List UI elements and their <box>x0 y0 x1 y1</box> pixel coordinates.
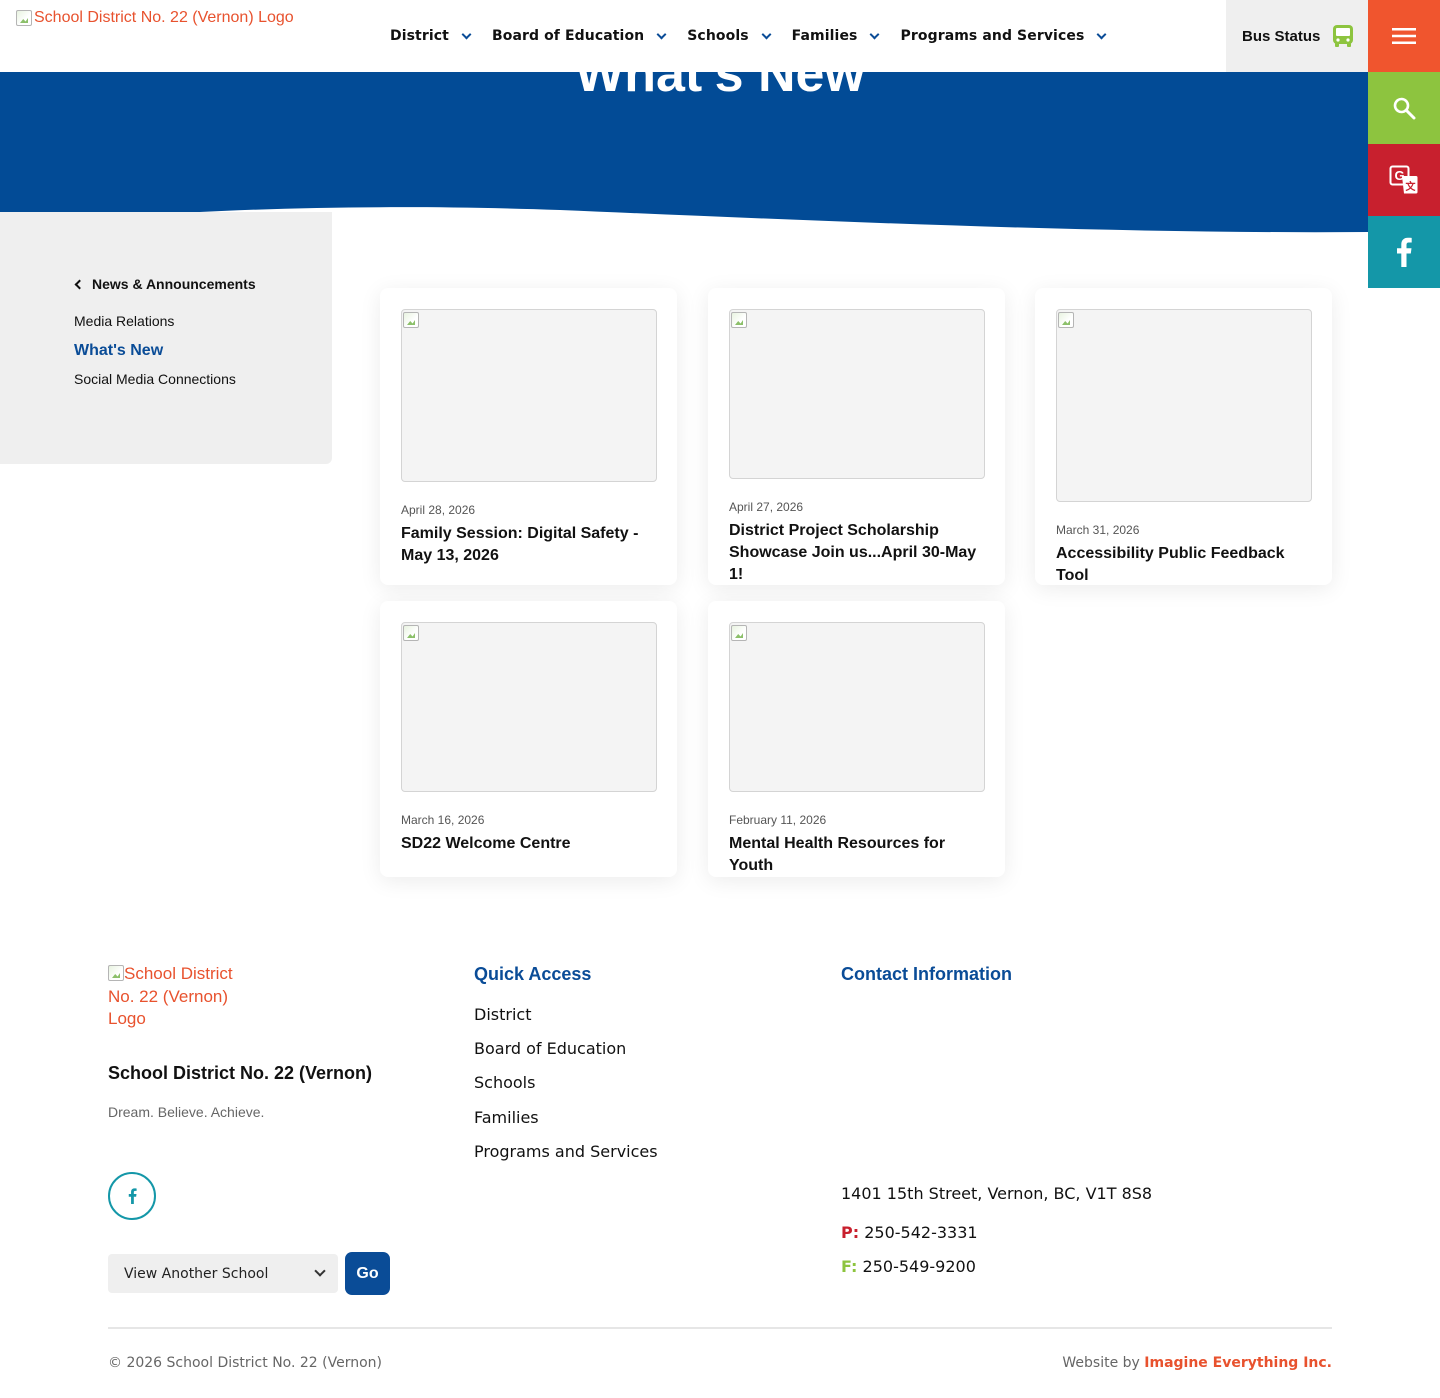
broken-image-icon <box>108 965 124 981</box>
chevron-down-icon <box>870 29 880 39</box>
nav-label: District <box>390 28 449 44</box>
school-select-value: View Another School <box>124 1265 269 1282</box>
nav-label: Programs and Services <box>900 28 1085 44</box>
site-logo-alt-text: School District No. 22 (Vernon) Logo <box>34 9 294 26</box>
card-title[interactable]: SD22 Welcome Centre <box>401 833 663 855</box>
sidebar-item-whats-new[interactable]: What's New <box>74 342 163 360</box>
footer-logo-alt-text: School District No. 22 (Vernon) Logo <box>108 964 233 1028</box>
news-card[interactable]: April 27, 2026 District Project Scholars… <box>708 288 1005 585</box>
news-card[interactable]: April 28, 2026 Family Session: Digital S… <box>380 288 677 585</box>
chevron-down-icon <box>656 29 667 39</box>
broken-image-icon <box>1058 312 1074 328</box>
nav-item-programs-and-services[interactable]: Programs and Services <box>900 28 1107 44</box>
fax-label: F: <box>841 1257 858 1276</box>
footer-phone[interactable]: P: 250-542-3331 <box>841 1223 978 1242</box>
footer-link-schools[interactable]: Schools <box>474 1073 535 1092</box>
broken-image-icon <box>16 10 32 26</box>
broken-image-icon <box>731 312 747 328</box>
phone-label: P: <box>841 1223 860 1242</box>
sidebar-item-social-media-connections[interactable]: Social Media Connections <box>74 371 236 387</box>
copyright: © 2026 School District No. 22 (Vernon) <box>108 1355 382 1371</box>
card-date: April 27, 2026 <box>729 500 804 514</box>
hamburger-menu-icon <box>1392 28 1416 44</box>
nav-item-board-of-education[interactable]: Board of Education <box>491 28 667 44</box>
footer-fax: F: 250-549-9200 <box>841 1257 976 1276</box>
nav-label: Board of Education <box>491 28 645 44</box>
site-credit: Website by Imagine Everything Inc. <box>1062 1355 1332 1371</box>
card-date: February 11, 2026 <box>729 813 827 827</box>
card-date: April 28, 2026 <box>401 503 476 517</box>
nav-label: Schools <box>687 28 749 44</box>
footer-district-name: School District No. 22 (Vernon) <box>108 1063 373 1083</box>
contact-heading: Contact Information <box>841 964 1012 984</box>
nav-item-schools[interactable]: Schools <box>687 28 772 44</box>
phone-number: 250-542-3331 <box>864 1223 978 1242</box>
footer-address: 1401 15th Street, Vernon, BC, V1T 8S8 <box>841 1184 1153 1203</box>
chevron-down-icon <box>461 29 472 39</box>
broken-image-icon <box>731 625 747 641</box>
chevron-down-icon <box>761 29 772 39</box>
footer-link-district[interactable]: District <box>474 1005 531 1024</box>
broken-image-icon <box>403 312 419 328</box>
section-sidebar: News & Announcements Media Relations Wha… <box>0 212 332 464</box>
translate-icon: G 文 <box>1389 165 1418 194</box>
site-logo[interactable]: School District No. 22 (Vernon) Logo <box>16 9 294 27</box>
main-nav: District Board of Education Schools Fami… <box>390 28 1127 44</box>
sidebar-item-media-relations[interactable]: Media Relations <box>74 313 174 329</box>
page-title: What's New <box>575 45 865 103</box>
facebook-icon <box>128 1188 137 1204</box>
credit-link[interactable]: Imagine Everything Inc. <box>1144 1355 1332 1371</box>
nav-item-families[interactable]: Families <box>791 28 880 44</box>
fax-number: 250-549-9200 <box>862 1257 976 1276</box>
card-title[interactable]: Mental Health Resources for Youth <box>729 833 991 877</box>
nav-label: Families <box>791 28 858 44</box>
card-title[interactable]: Family Session: Digital Safety - May 13,… <box>401 523 663 567</box>
card-image <box>729 622 985 792</box>
nav-item-district[interactable]: District <box>390 28 472 44</box>
footer-link-board-of-education[interactable]: Board of Education <box>474 1039 626 1058</box>
chevron-left-icon <box>74 279 85 289</box>
news-card[interactable]: March 31, 2026 Accessibility Public Feed… <box>1035 288 1332 585</box>
footer-facebook-link[interactable] <box>108 1172 156 1220</box>
card-image <box>401 622 657 792</box>
footer-link-families[interactable]: Families <box>474 1108 539 1127</box>
card-title[interactable]: District Project Scholarship Showcase Jo… <box>729 520 991 586</box>
card-image <box>1056 309 1312 502</box>
footer-divider <box>108 1327 1332 1329</box>
facebook-icon <box>1397 237 1412 267</box>
bus-status-label: Bus Status <box>1242 27 1321 45</box>
translate-button[interactable]: G 文 <box>1368 144 1440 216</box>
chevron-down-icon <box>1096 29 1107 39</box>
footer-link-programs-and-services[interactable]: Programs and Services <box>474 1142 658 1161</box>
facebook-button[interactable] <box>1368 216 1440 288</box>
card-title[interactable]: Accessibility Public Feedback Tool <box>1056 543 1318 587</box>
sidebar-parent-link[interactable]: News & Announcements <box>74 276 256 292</box>
card-image <box>401 309 657 482</box>
quick-access-heading: Quick Access <box>474 964 592 984</box>
sidebar-parent-label: News & Announcements <box>92 276 256 292</box>
broken-image-icon <box>403 625 419 641</box>
footer-tagline: Dream. Believe. Achieve. <box>108 1104 265 1120</box>
footer-logo[interactable]: School District No. 22 (Vernon) Logo <box>108 963 248 1031</box>
school-select[interactable]: View Another School <box>108 1254 338 1293</box>
svg-text:文: 文 <box>1406 180 1417 193</box>
chevron-down-icon <box>314 1265 326 1277</box>
card-date: March 16, 2026 <box>401 813 485 827</box>
card-image <box>729 309 985 479</box>
go-button[interactable]: Go <box>345 1252 390 1295</box>
credit-prefix: Website by <box>1062 1355 1140 1371</box>
news-card[interactable]: March 16, 2026 SD22 Welcome Centre <box>380 601 677 877</box>
card-date: March 31, 2026 <box>1056 523 1140 537</box>
news-card[interactable]: February 11, 2026 Mental Health Resource… <box>708 601 1005 877</box>
